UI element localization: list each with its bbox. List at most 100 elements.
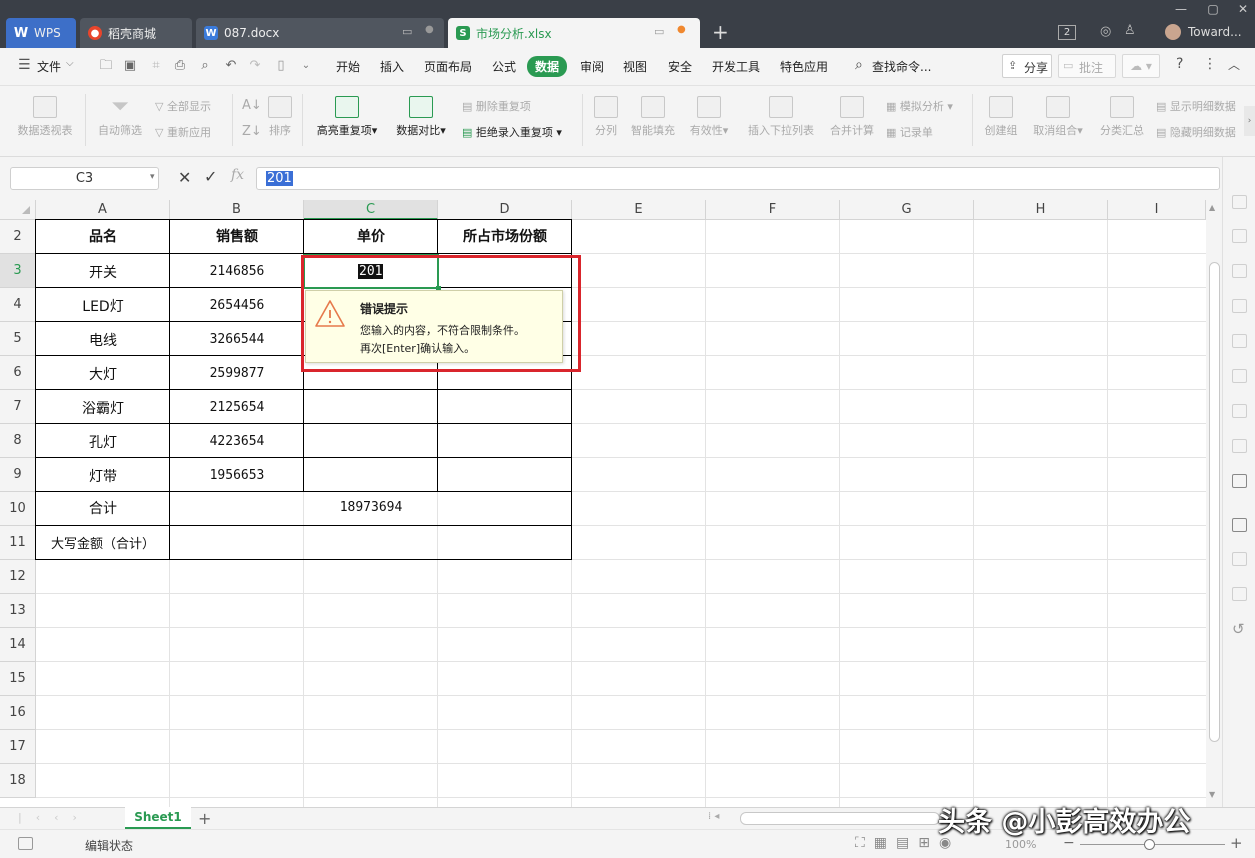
column-header-h[interactable]: H [974, 200, 1108, 220]
maximize-icon[interactable]: ▢ [1198, 0, 1228, 18]
product-name-cell[interactable]: 灯带 [36, 466, 170, 486]
subtotal-button[interactable]: 分类汇总 [1096, 96, 1148, 138]
text-to-columns-button[interactable]: 分列 [590, 96, 622, 138]
zoom-slider-handle[interactable] [1144, 839, 1155, 850]
fx-icon[interactable]: fx [231, 167, 244, 183]
sheet-tab-sheet1[interactable]: Sheet1 [125, 807, 191, 829]
zoom-in-icon[interactable]: + [1230, 834, 1243, 852]
sheet-nav-arrows-icon[interactable]: |‹‹› [18, 811, 91, 824]
minimize-icon[interactable]: — [1166, 0, 1196, 18]
row-header[interactable]: 6 [0, 356, 36, 390]
insert-dropdown-button[interactable]: 插入下拉列表 [742, 96, 820, 138]
cloud-sync-icon[interactable]: ☁ ▾ [1122, 54, 1160, 78]
macro-record-icon[interactable] [18, 837, 33, 850]
ungroup-button[interactable]: 取消组合▾ [1028, 96, 1088, 138]
ribbon-scroll-right-icon[interactable]: › [1244, 106, 1255, 136]
new-tab-plus-icon[interactable]: + [712, 20, 729, 44]
tab-docx[interactable]: W 087.docx ▭ ● [196, 18, 444, 48]
search-icon[interactable]: ⌕ [855, 57, 863, 73]
tab-wps[interactable]: W WPS [6, 18, 76, 48]
hamburger-icon[interactable]: ☰ [18, 57, 31, 73]
data-compare-button[interactable]: 数据对比▾ [390, 96, 452, 138]
remove-duplicates-button[interactable]: ▤ 删除重复项 [462, 98, 531, 114]
save-icon[interactable]: ▣ [122, 58, 138, 74]
sort-asc-icon[interactable]: A↓ [242, 98, 262, 113]
format-painter-icon[interactable]: ⌗ [148, 58, 164, 74]
product-name-cell[interactable]: 浴霸灯 [36, 398, 170, 418]
tab-daoke[interactable]: ● 稻壳商城 [80, 18, 192, 48]
column-header-e[interactable]: E [572, 200, 706, 220]
shirt-icon[interactable]: ♙ [1124, 23, 1136, 38]
product-name-cell[interactable]: 大灯 [36, 364, 170, 384]
row-header[interactable]: 13 [0, 594, 36, 628]
column-header-f[interactable]: F [706, 200, 840, 220]
header-cell-price[interactable]: 单价 [304, 226, 438, 246]
row-header[interactable]: 10 [0, 492, 36, 526]
quick-access-more-icon[interactable]: ⌄ [298, 58, 314, 74]
window-count-badge[interactable]: 2 [1058, 25, 1076, 40]
column-header-c[interactable]: C [304, 200, 438, 220]
new-doc-icon[interactable]: ▯ [273, 58, 289, 74]
shape-icon[interactable] [1232, 264, 1247, 278]
menu-security[interactable]: 安全 [668, 58, 692, 75]
pivot-table-button[interactable]: 数据透视表 [14, 96, 76, 138]
monitor-icon[interactable]: ▭ [402, 25, 412, 38]
menu-view[interactable]: 视图 [623, 58, 647, 75]
header-cell-name[interactable]: 品名 [36, 226, 170, 246]
image-icon[interactable] [1232, 552, 1247, 566]
scroll-down-icon[interactable]: ▼ [1209, 790, 1215, 799]
sales-cell[interactable]: 4223654 [170, 434, 304, 449]
print-icon[interactable]: ⎙ [172, 58, 188, 74]
more-vertical-icon[interactable]: ⋮ [1203, 56, 1217, 72]
name-box[interactable]: C3 [10, 167, 159, 190]
skin-icon[interactable]: ◎ [1100, 24, 1111, 39]
command-search[interactable]: 查找命令... [872, 58, 931, 75]
product-name-cell[interactable]: 孔灯 [36, 432, 170, 452]
column-header-d[interactable]: D [438, 200, 572, 220]
sales-cell[interactable]: 2654456 [170, 298, 304, 313]
avatar[interactable] [1165, 24, 1181, 40]
share-button[interactable]: ⇪ 分享 [1002, 54, 1052, 78]
menu-formula[interactable]: 公式 [492, 58, 516, 75]
close-icon[interactable]: ✕ [1228, 0, 1255, 18]
sales-cell[interactable]: 3266544 [170, 332, 304, 347]
column-header-b[interactable]: B [170, 200, 304, 220]
menu-special[interactable]: 特色应用 [780, 58, 828, 75]
split-handle-icon[interactable]: ⁞ ◂ [708, 811, 719, 822]
menu-insert[interactable]: 插入 [380, 58, 404, 75]
row-header[interactable]: 18 [0, 764, 36, 798]
menu-file[interactable]: 文件 [37, 58, 61, 75]
style-icon[interactable] [1232, 229, 1247, 243]
print-preview-icon[interactable]: ⌕ [197, 58, 213, 74]
add-sheet-icon[interactable]: + [198, 809, 211, 828]
sales-cell[interactable]: 1956653 [170, 468, 304, 483]
property-icon[interactable] [1232, 299, 1247, 313]
spreadsheet-grid[interactable]: A B C D E F G H I 2 3 4 5 6 7 8 9 10 11 12 13 14 15 16… [0, 200, 1222, 807]
highlight-duplicates-button[interactable]: 高亮重复项▾ [310, 96, 384, 138]
annotate-button[interactable]: ▭ 批注 [1058, 54, 1116, 78]
cancel-edit-icon[interactable]: ✕ [178, 168, 191, 187]
menu-page-layout[interactable]: 页面布局 [424, 58, 472, 75]
row-header[interactable]: 3 [0, 254, 36, 288]
row-header[interactable]: 8 [0, 424, 36, 458]
formula-input[interactable]: 201 [256, 167, 1220, 190]
header-cell-share[interactable]: 所占市场份额 [438, 226, 572, 246]
column-header-i[interactable]: I [1108, 200, 1206, 220]
smart-fill-button[interactable]: 智能填充 [626, 96, 680, 138]
share-panel-icon[interactable] [1232, 474, 1247, 488]
sales-cell[interactable]: 2146856 [170, 264, 304, 279]
reapply-button[interactable]: ▽ 重新应用 [155, 124, 211, 140]
grid-icon[interactable] [1232, 334, 1247, 348]
history-icon[interactable]: ↺ [1232, 620, 1245, 638]
sort-button[interactable]: 排序 [264, 96, 296, 138]
confirm-edit-icon[interactable]: ✓ [204, 167, 217, 186]
sort-desc-icon[interactable]: Z↓ [242, 124, 262, 139]
validity-button[interactable]: 有效性▾ [684, 96, 734, 138]
show-detail-button[interactable]: ▤ 显示明细数据 [1156, 98, 1236, 114]
select-cursor-icon[interactable] [1232, 195, 1247, 209]
row-header[interactable]: 16 [0, 696, 36, 730]
row-header[interactable]: 15 [0, 662, 36, 696]
user-name[interactable]: Toward... [1188, 25, 1242, 39]
total-value-cell[interactable]: 18973694 [170, 500, 572, 515]
column-header-g[interactable]: G [840, 200, 974, 220]
